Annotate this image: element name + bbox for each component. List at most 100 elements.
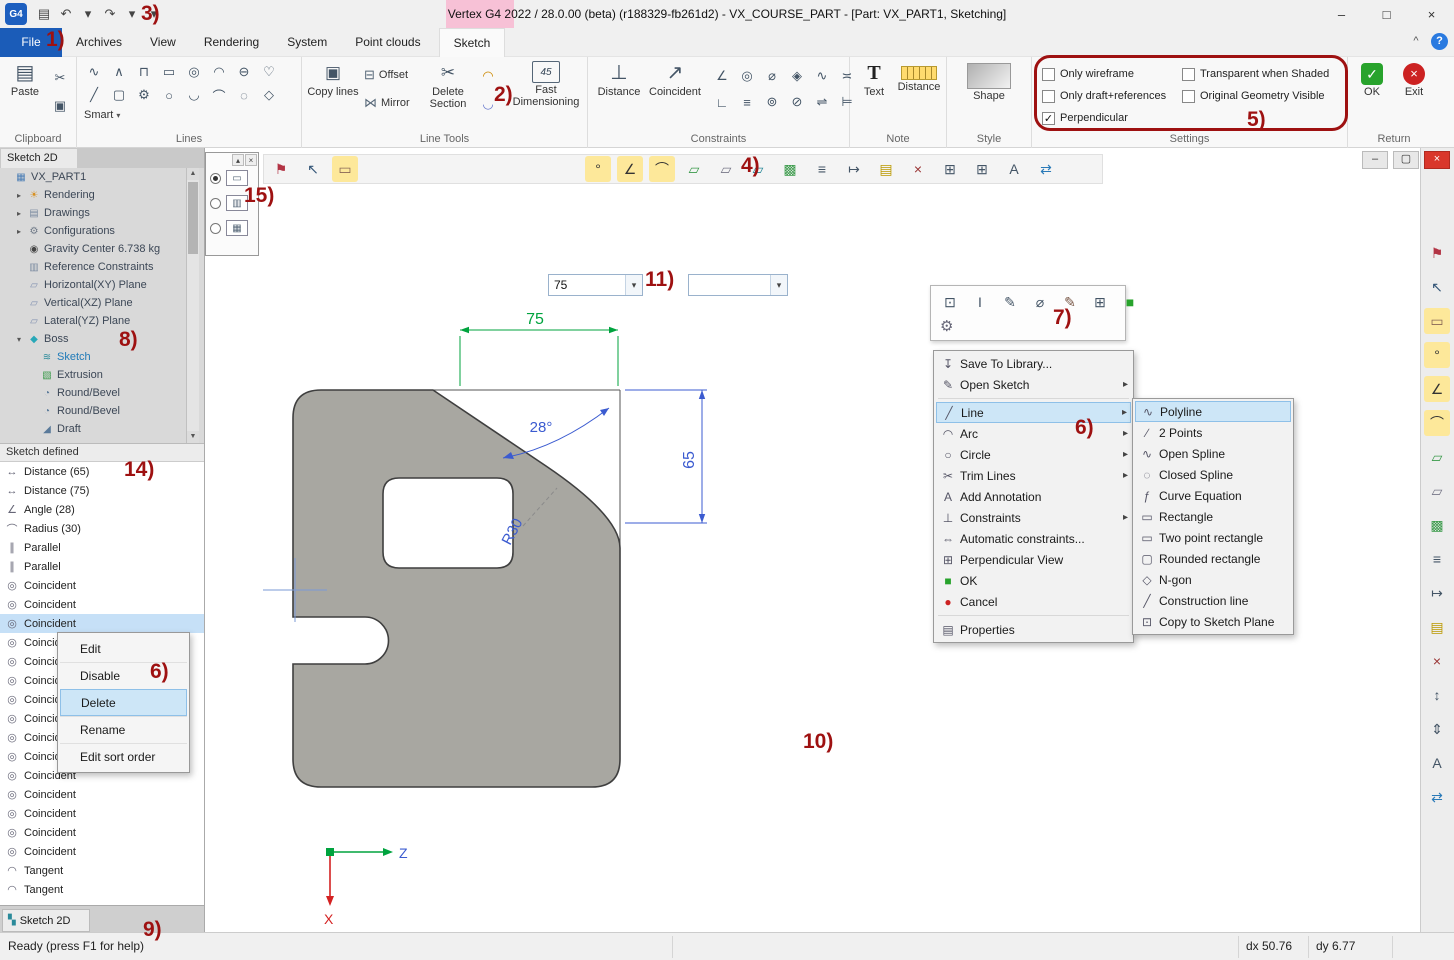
select-frame-icon[interactable]: ⊡ [937,289,963,315]
measure-icon[interactable]: ▭ [1424,308,1450,334]
add-view-icon[interactable]: ⊞ [969,156,995,182]
menu-item-rectangle[interactable]: ▭Rectangle [1135,506,1291,527]
curve-constraint-icon[interactable]: ∿ [810,65,834,87]
point-snap-icon[interactable]: ° [585,156,611,182]
tree-item-round-bevel[interactable]: ◔Round/Bevel [0,384,186,402]
ellipse-icon[interactable]: ⊖ [232,61,256,83]
undo-dropdown[interactable]: ▾ [78,2,98,26]
distance-constraint-button[interactable]: ⊥ Distance [596,61,642,98]
swap-icon[interactable]: ⇄ [1033,156,1059,182]
state-icon[interactable]: ■ [1117,289,1143,315]
tree-panel-title[interactable]: Sketch 2D [1,149,77,168]
ok-button[interactable]: ✓ OK [1354,63,1390,98]
tree-item-configurations[interactable]: ▸⚙Configurations [0,222,186,240]
symmetry-icon[interactable]: ◈ [785,65,809,87]
constraint-coincident[interactable]: ◎Coincident [0,823,204,842]
ngon-icon[interactable]: ◇ [257,84,281,106]
constraint-coincident[interactable]: ◎Coincident [0,576,204,595]
fast-dimensioning-button[interactable]: 45 Fast Dimensioning [508,61,584,108]
text-tool-icon[interactable]: A [1424,750,1450,776]
redo-dropdown[interactable]: ▾ [122,2,142,26]
help-button[interactable]: ? [1431,33,1448,50]
arc-tool-alt-icon[interactable]: ◡ [476,93,500,115]
tree-item-sketch[interactable]: ≋Sketch [0,348,186,366]
constraint-tangent[interactable]: ◠Tangent [0,880,204,899]
arc-tool-icon[interactable]: ◠ [476,65,500,87]
concentric-icon[interactable]: ◎ [735,65,759,87]
checkbox-only-draft-references[interactable] [1042,90,1055,103]
radio-button[interactable] [210,223,221,234]
constraint-distance-75[interactable]: ↔Distance (75) [0,481,204,500]
erase-icon[interactable]: ✎ [1057,289,1083,315]
expand-arrow-icon[interactable]: ▸ [17,227,27,236]
menu-item-line[interactable]: ╱Line▸ [936,402,1131,423]
tab-sketch[interactable]: Sketch [439,28,506,57]
ribbon-collapse-button[interactable]: ^ [1408,33,1424,50]
solid-view-icon[interactable]: ▩ [1424,512,1450,538]
move-icon[interactable]: ⇕ [1424,716,1450,742]
note-distance-button[interactable]: Distance [894,61,944,93]
grid-icon[interactable]: ⊞ [937,156,963,182]
pin-icon[interactable]: ⚑ [1424,240,1450,266]
plane-gray-icon[interactable]: ▱ [713,156,739,182]
dimension-bar-icon[interactable]: I [967,289,993,315]
tree-item-drawings[interactable]: ▸▤Drawings [0,204,186,222]
save-button[interactable]: ▤ [34,2,54,26]
maximize-button[interactable]: □ [1364,0,1409,28]
menu-item-copy-to-sketch-plane[interactable]: ⊡Copy to Sketch Plane [1135,611,1291,632]
menu-item-n-gon[interactable]: ◇N-gon [1135,569,1291,590]
checkbox-original-geometry-visible[interactable] [1182,90,1195,103]
document-minimize-button[interactable]: – [1362,151,1388,169]
setting-only-draft-references[interactable]: Only draft+references [1042,85,1166,107]
delete-icon[interactable]: × [1424,648,1450,674]
tree-item-round-bevel[interactable]: ◔Round/Bevel [0,402,186,420]
menu-item-constraints[interactable]: ⊥Constraints▸ [936,507,1131,528]
menu-item-cancel[interactable]: ●Cancel [936,591,1131,612]
expand-arrow-icon[interactable]: ▸ [17,191,27,200]
pin-icon[interactable]: ⚑ [268,156,294,182]
close-button[interactable]: × [1409,0,1454,28]
delete-section-button[interactable]: ✂ Delete Section [424,61,472,110]
menu-item-two-point-rectangle[interactable]: ▭Two point rectangle [1135,527,1291,548]
tree-item-reference-constraints[interactable]: ▥Reference Constraints [0,258,186,276]
dimension-angle-label[interactable]: 28° [530,419,553,436]
menu-item-edit[interactable]: Edit [60,635,187,662]
reposition-icon[interactable]: ↖ [300,156,326,182]
tab-sketch-2d[interactable]: ▚ Sketch 2D [2,909,90,932]
rectangle-icon[interactable]: ▭ [157,61,181,83]
panel-close-button[interactable]: × [245,154,257,166]
checkbox-transparent-when-shaded[interactable] [1182,68,1195,81]
menu-item-automatic-constraints[interactable]: ⇔Automatic constraints... [936,528,1131,549]
menu-item-perpendicular-view[interactable]: ⊞Perpendicular View [936,549,1131,570]
radio-button[interactable] [210,198,221,209]
tab-file[interactable]: File [0,28,62,57]
tree-item-horizontal-xy-plane[interactable]: ▱Horizontal(XY) Plane [0,276,186,294]
plane-outline-icon[interactable]: ▱ [745,156,771,182]
circle-icon[interactable]: ○ [157,84,181,106]
combobox-value[interactable]: 75 [549,275,625,295]
tangent-snap-icon[interactable]: ⌒ [1424,410,1450,436]
plane-green-icon[interactable]: ▱ [681,156,707,182]
tangent-snap-icon[interactable]: ⌒ [649,156,675,182]
mirror-button[interactable]: ⋈ Mirror [364,95,410,111]
scroll-down-button[interactable]: ▼ [187,431,199,443]
tab-point-clouds[interactable]: Point clouds [341,28,434,57]
smart-line-icon[interactable]: ∿ [82,61,106,83]
menu-item-rename[interactable]: Rename [60,716,187,743]
cut-icon[interactable]: ✂ [48,67,72,89]
constraint-parallel[interactable]: ∥Parallel [0,557,204,576]
angle-snap-icon[interactable]: ∠ [1424,376,1450,402]
toolbar-options-dropdown[interactable]: ▾ [144,2,164,26]
constraint-radius-30[interactable]: ⌒Radius (30) [0,519,204,538]
delete-icon[interactable]: × [905,156,931,182]
menu-item-open-spline[interactable]: ∿Open Spline [1135,443,1291,464]
line-icon[interactable]: ╱ [82,84,106,106]
menu-item-properties[interactable]: ▤Properties [936,619,1131,640]
offset-button[interactable]: ⊟ Offset [364,67,408,83]
menu-item-open-sketch[interactable]: ✎Open Sketch▸ [936,374,1131,395]
menu-item-curve-equation[interactable]: ƒCurve Equation [1135,485,1291,506]
dimension-height-label[interactable]: 65 [681,451,698,469]
constraint-coincident[interactable]: ◎Coincident [0,804,204,823]
menu-item-polyline[interactable]: ∿Polyline [1135,401,1291,422]
list-icon[interactable]: ≡ [1424,546,1450,572]
